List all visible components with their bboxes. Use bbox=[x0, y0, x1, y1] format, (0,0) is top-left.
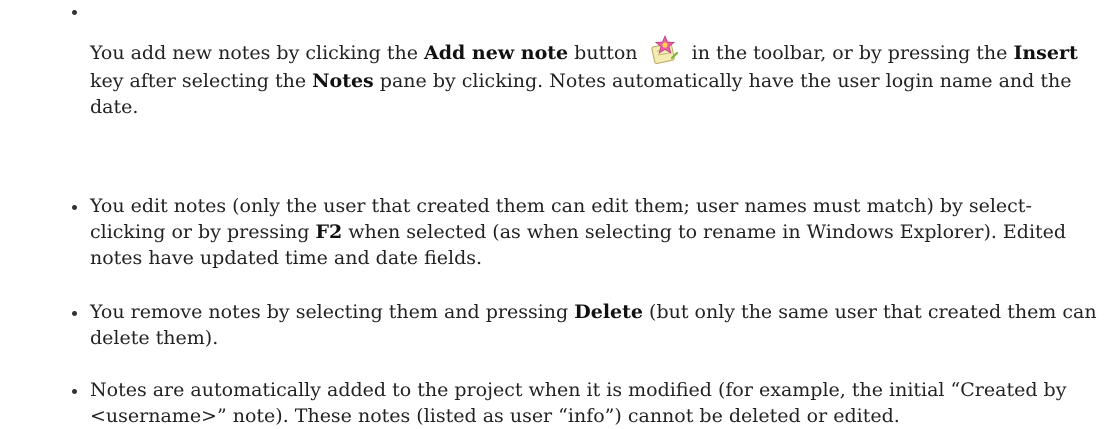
emphasis-notes: Notes bbox=[312, 70, 374, 92]
emphasis-delete: Delete bbox=[574, 301, 643, 323]
add-new-note-icon bbox=[648, 34, 682, 68]
list-item-text: You add new notes by clicking the Add ne… bbox=[90, 34, 1100, 120]
text-run: button bbox=[568, 42, 644, 64]
list-item-text: Notes are automatically added to the pro… bbox=[90, 377, 1100, 429]
text-run: Notes are automatically added to the pro… bbox=[90, 379, 1067, 427]
emphasis-insert: Insert bbox=[1013, 42, 1078, 64]
bullet bbox=[72, 311, 77, 316]
text-run: in the toolbar, or by pressing the bbox=[685, 42, 1014, 64]
emphasis-f2: F2 bbox=[315, 221, 343, 243]
list-item-text: You remove notes by selecting them and p… bbox=[90, 299, 1100, 351]
bullet bbox=[72, 205, 77, 210]
bullet bbox=[72, 10, 77, 15]
emphasis-add-new-note: Add new note bbox=[423, 42, 569, 64]
document-page: You add new notes by clicking the Add ne… bbox=[0, 0, 1117, 427]
text-run: You remove notes by selecting them and p… bbox=[90, 301, 575, 323]
list-item-text: You edit notes (only the user that creat… bbox=[90, 193, 1100, 271]
text-run: You add new notes by clicking the bbox=[90, 42, 424, 64]
text-run: key after selecting the bbox=[90, 70, 313, 92]
bullet bbox=[72, 389, 77, 394]
